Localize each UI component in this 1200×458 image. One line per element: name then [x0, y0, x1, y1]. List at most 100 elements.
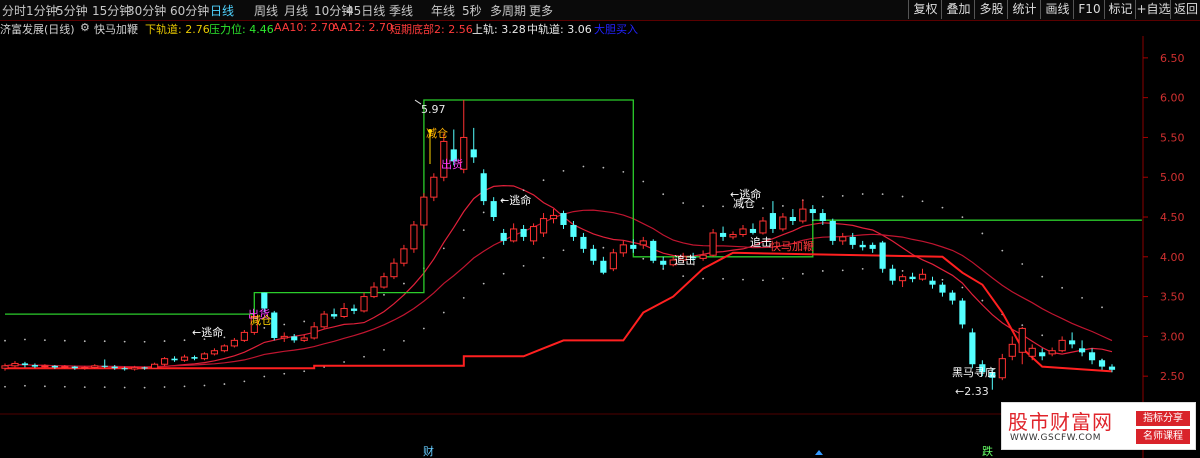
period-tab-14[interactable]: 多周期	[490, 2, 526, 19]
upper-band-dot	[582, 165, 585, 168]
candle-body-down	[141, 367, 148, 369]
lower-band-dot	[303, 370, 306, 373]
candle-body-up	[529, 226, 538, 242]
candle-body-up	[510, 228, 518, 242]
toolbar-button-7[interactable]: +自选	[1135, 0, 1171, 19]
gear-icon[interactable]: ⚙	[80, 21, 90, 34]
period-tab-5[interactable]: 60分钟	[170, 2, 209, 19]
period-tab-10[interactable]: 45日线	[346, 2, 385, 19]
upper-band-dot	[24, 338, 26, 341]
lower-band-dot	[383, 348, 385, 351]
candle-body-down	[809, 209, 816, 214]
toolbar-button-0[interactable]: 复权	[908, 0, 942, 19]
y-tick-label-8: 2.50	[1160, 370, 1185, 383]
toolbar-button-6[interactable]: 标记	[1104, 0, 1136, 19]
candle-body-up	[360, 296, 368, 312]
candle-body-down	[101, 365, 108, 367]
kline-chart[interactable]: 6.50 6.00 5.50 5.00 4.50 4.00 3.50 3.00 2.50 ←逃命 出…	[0, 36, 1200, 458]
upper-band-dot	[1061, 286, 1064, 289]
toolbar-button-3[interactable]: 统计	[1007, 0, 1041, 19]
candle-body-up	[81, 366, 89, 369]
lower-band-dot	[1021, 324, 1024, 326]
candle-body-up	[11, 362, 19, 367]
candle-body-up	[41, 365, 49, 368]
period-tab-4[interactable]: 30分钟	[127, 2, 166, 19]
period-tab-3[interactable]: 15分钟	[92, 2, 131, 19]
watermark-tag-course: 名师课程	[1136, 429, 1190, 444]
candle-body-up	[898, 276, 907, 282]
period-tab-0[interactable]: 分时	[2, 2, 26, 19]
candle-body-down	[819, 213, 826, 221]
lower-band-dot	[762, 279, 764, 282]
candle-body-down	[650, 240, 657, 261]
candle-body-down	[969, 332, 976, 365]
lower-band-dot	[682, 275, 685, 278]
candle-body-up	[1018, 327, 1026, 353]
toolbar-button-2[interactable]: 多股	[974, 0, 1008, 19]
candle-body-down	[939, 284, 946, 293]
period-tab-1[interactable]: 1分钟	[26, 2, 58, 19]
upper-band-dot	[881, 193, 884, 196]
upper-band-dot	[662, 193, 665, 196]
upper-band-dot	[283, 323, 286, 326]
toolbar-button-4[interactable]: 画线	[1040, 0, 1074, 19]
formula-name[interactable]: 快马加鞭	[94, 21, 138, 37]
candle-body-down	[879, 242, 886, 269]
candle-body-up	[918, 273, 927, 280]
period-toolbar: 分时 1分钟 5分钟 15分钟 30分钟 60分钟 日线 周线 月线 10分钟 45日线 季线 年线 5秒…	[0, 0, 1200, 21]
chart-annotation-2: 减仓	[250, 313, 272, 327]
upper-band-dot	[841, 195, 844, 197]
candle-body-down	[71, 366, 78, 369]
chart-annotation-13: ←2.33	[955, 385, 989, 398]
period-tab-8[interactable]: 月线	[284, 2, 308, 19]
candle-body-down	[470, 149, 477, 158]
candle-body-up	[1028, 347, 1036, 357]
period-tab-6[interactable]: 日线	[210, 2, 234, 19]
candle-body-down	[261, 292, 268, 309]
candle-body-up	[609, 252, 617, 270]
watermark-logo: 股市财富网 WWW.GSCFW.COM 指标分享 名师课程	[1001, 402, 1196, 450]
upper-band-dot	[383, 293, 385, 296]
lower-band-dot	[143, 386, 146, 389]
candle-body-up	[131, 366, 139, 370]
period-tab-11[interactable]: 季线	[389, 2, 413, 19]
lower-band-dot	[522, 264, 525, 267]
candle-body-up	[91, 365, 99, 368]
bottom-support-line	[5, 251, 1113, 373]
candle-body-up	[230, 339, 238, 347]
candle-body-down	[660, 260, 667, 265]
upper-band-dot	[442, 247, 445, 250]
candle-body-down	[331, 314, 338, 317]
period-tab-12[interactable]: 年线	[431, 2, 455, 19]
period-tab-7[interactable]: 周线	[254, 2, 278, 19]
candle-body-up	[779, 216, 787, 230]
upper-band-dot	[702, 205, 705, 208]
candle-body-up	[410, 224, 418, 250]
candle-body-up	[390, 262, 398, 278]
candle-body-down	[171, 358, 178, 361]
period-tab-13[interactable]: 5秒	[462, 2, 482, 19]
upper-band-dot	[522, 189, 525, 192]
lower-band-dot	[602, 246, 605, 249]
period-tab-15[interactable]: 更多	[529, 2, 553, 19]
period-tab-2[interactable]: 5分钟	[56, 2, 88, 19]
watermark-url: WWW.GSCFW.COM	[1010, 433, 1102, 443]
upper-band-dot	[482, 211, 485, 214]
signal-text: 大胆买入	[594, 23, 638, 36]
candle-body-up	[210, 350, 219, 355]
candle-body-down	[869, 244, 876, 249]
toolbar-button-1[interactable]: 叠加	[941, 0, 975, 19]
indicator-value-3: AA12: 2.70	[332, 21, 394, 34]
candle-body-up	[160, 358, 169, 365]
upper-band-dot	[103, 340, 106, 343]
toolbar-button-8[interactable]: 返回	[1170, 0, 1200, 19]
candle-body-up	[639, 240, 647, 246]
lower-band-dot	[123, 386, 126, 389]
lower-band-dot	[103, 386, 106, 389]
candle-body-up	[320, 313, 328, 328]
candle-body-up	[619, 244, 627, 254]
lower-band-dot	[43, 385, 46, 388]
candle-body-up	[759, 220, 767, 234]
toolbar-button-5[interactable]: F10	[1073, 0, 1105, 19]
lower-band-dot	[442, 311, 445, 314]
